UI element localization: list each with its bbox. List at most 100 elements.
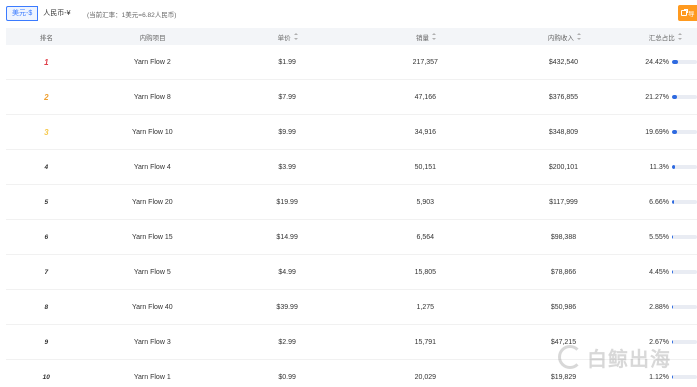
share-bar-fill (672, 95, 678, 99)
revenue-cell: $376,855 (548, 93, 579, 101)
header-rank: 排名 (39, 34, 53, 42)
export-label: 导 (688, 11, 695, 18)
sort-icon[interactable] (677, 33, 682, 40)
revenue-cell: $19,829 (550, 373, 577, 381)
header-revenue[interactable]: 内购收入 (495, 32, 633, 42)
share-bar-cell (669, 270, 697, 274)
rank-number: 5 (44, 198, 49, 206)
sales-cell: 15,805 (414, 268, 437, 276)
rank-number: 7 (44, 268, 49, 276)
share-bar-track (672, 60, 697, 64)
revenue-cell: $78,866 (550, 268, 577, 276)
share-bar-track (672, 95, 697, 99)
table-row: 5 Yarn Flow 20 $19.99 5,903 $117,999 6.66% (6, 185, 697, 220)
currency-usd-button[interactable]: 美元-$ (6, 6, 39, 21)
table-header: 排名 内购项目 单价 销量 内购收入 汇总占比 (6, 28, 697, 45)
revenue-cell: $200,101 (548, 163, 579, 171)
item-name-cell: Yarn Flow 15 (131, 233, 173, 241)
header-sales[interactable]: 销量 (357, 32, 495, 42)
share-bar-fill (672, 130, 677, 134)
share-cell: 5.55% (649, 233, 670, 241)
sales-cell: 20,029 (414, 373, 437, 381)
rank-number: 6 (44, 233, 49, 241)
rank-cell: 9 (6, 339, 87, 346)
share-bar-fill (672, 200, 674, 204)
price-cell: $4.99 (278, 268, 296, 276)
table-body: 1 Yarn Flow 2 $1.99 217,357 $432,540 24.42% 2 Y… (6, 45, 697, 387)
share-cell: 1.12% (649, 373, 670, 381)
exchange-rate-note: (当前汇率：1美元=6.82人民币) (87, 12, 177, 19)
share-bar-cell (669, 305, 697, 309)
item-name-cell: Yarn Flow 4 (133, 163, 171, 171)
share-bar-track (672, 130, 697, 134)
sales-cell: 5,903 (416, 198, 435, 206)
item-name-cell: Yarn Flow 1 (133, 373, 171, 381)
share-bar-track (672, 340, 697, 344)
header-item: 内购项目 (139, 34, 166, 42)
share-bar-track (672, 305, 697, 309)
share-cell: 2.88% (649, 303, 670, 311)
share-cell: 19.69% (645, 128, 670, 136)
share-cell: 6.66% (649, 198, 670, 206)
sales-cell: 217,357 (412, 58, 438, 66)
price-cell: $19.99 (276, 198, 298, 206)
share-bar-cell (669, 235, 697, 239)
table-row: 9 Yarn Flow 3 $2.99 15,791 $47,215 2.67% (6, 325, 697, 360)
share-cell: 24.42% (645, 58, 670, 66)
share-bar-cell (669, 130, 697, 134)
price-cell: $9.99 (278, 128, 296, 136)
price-cell: $39.99 (276, 303, 298, 311)
item-name-cell: Yarn Flow 10 (131, 128, 173, 136)
share-cell: 11.3% (649, 163, 670, 171)
price-cell: $3.99 (278, 163, 296, 171)
table-row: 2 Yarn Flow 8 $7.99 47,166 $376,855 21.27% (6, 80, 697, 115)
share-bar-fill (672, 60, 679, 64)
share-cell: 2.67% (649, 338, 670, 346)
sales-cell: 50,151 (414, 163, 437, 171)
table-row: 8 Yarn Flow 40 $39.99 1,275 $50,986 2.88% (6, 290, 697, 325)
rank-cell: 5 (6, 199, 87, 206)
table-row: 7 Yarn Flow 5 $4.99 15,805 $78,866 4.45% (6, 255, 697, 290)
share-bar-fill (672, 235, 674, 239)
revenue-cell: $117,999 (549, 198, 578, 206)
rank-medal-icon: 2 (44, 92, 49, 102)
table-row: 10 Yarn Flow 1 $0.99 20,029 $19,829 1.12% (6, 360, 697, 387)
rank-cell: 3 (6, 128, 87, 137)
rank-cell: 6 (6, 234, 87, 241)
share-bar-cell (669, 375, 697, 379)
export-button[interactable]: 导 (678, 5, 697, 21)
sort-icon[interactable] (576, 33, 581, 40)
sales-cell: 15,791 (414, 338, 437, 346)
share-cell: 21.27% (645, 93, 670, 101)
sort-icon[interactable] (293, 33, 298, 40)
item-name-cell: Yarn Flow 40 (131, 303, 173, 311)
share-bar-track (672, 165, 697, 169)
currency-rmb-button[interactable]: 人民币-¥ (38, 6, 77, 21)
share-bar-cell (669, 165, 697, 169)
share-bar-fill (672, 340, 673, 344)
sales-cell: 47,166 (414, 93, 437, 101)
sort-icon[interactable] (431, 33, 436, 40)
sales-cell: 1,275 (416, 303, 435, 311)
rank-cell: 1 (6, 58, 87, 67)
revenue-cell: $98,388 (550, 233, 577, 241)
table-row: 3 Yarn Flow 10 $9.99 34,916 $348,809 19.69% (6, 115, 697, 150)
revenue-cell: $50,986 (550, 303, 577, 311)
header-price[interactable]: 单价 (218, 32, 356, 42)
revenue-cell: $432,540 (548, 58, 579, 66)
header-share[interactable]: 汇总占比 (634, 32, 697, 42)
currency-toggle: 美元-$ 人民币-¥ (6, 6, 77, 21)
table-row: 4 Yarn Flow 4 $3.99 50,151 $200,101 11.3% (6, 150, 697, 185)
rank-medal-icon: 1 (44, 57, 49, 67)
share-bar-fill (672, 165, 675, 169)
table-row: 1 Yarn Flow 2 $1.99 217,357 $432,540 24.42% (6, 45, 697, 80)
iap-table: 排名 内购项目 单价 销量 内购收入 汇总占比 1 Yarn Flow 2 $1.9… (6, 28, 697, 387)
item-name-cell: Yarn Flow 20 (131, 198, 173, 206)
item-name-cell: Yarn Flow 2 (133, 58, 171, 66)
rank-cell: 8 (6, 304, 87, 311)
price-cell: $14.99 (276, 233, 298, 241)
rank-cell: 2 (6, 93, 87, 102)
share-bar-track (672, 235, 697, 239)
share-bar-cell (669, 340, 697, 344)
rank-number: 10 (42, 373, 50, 381)
